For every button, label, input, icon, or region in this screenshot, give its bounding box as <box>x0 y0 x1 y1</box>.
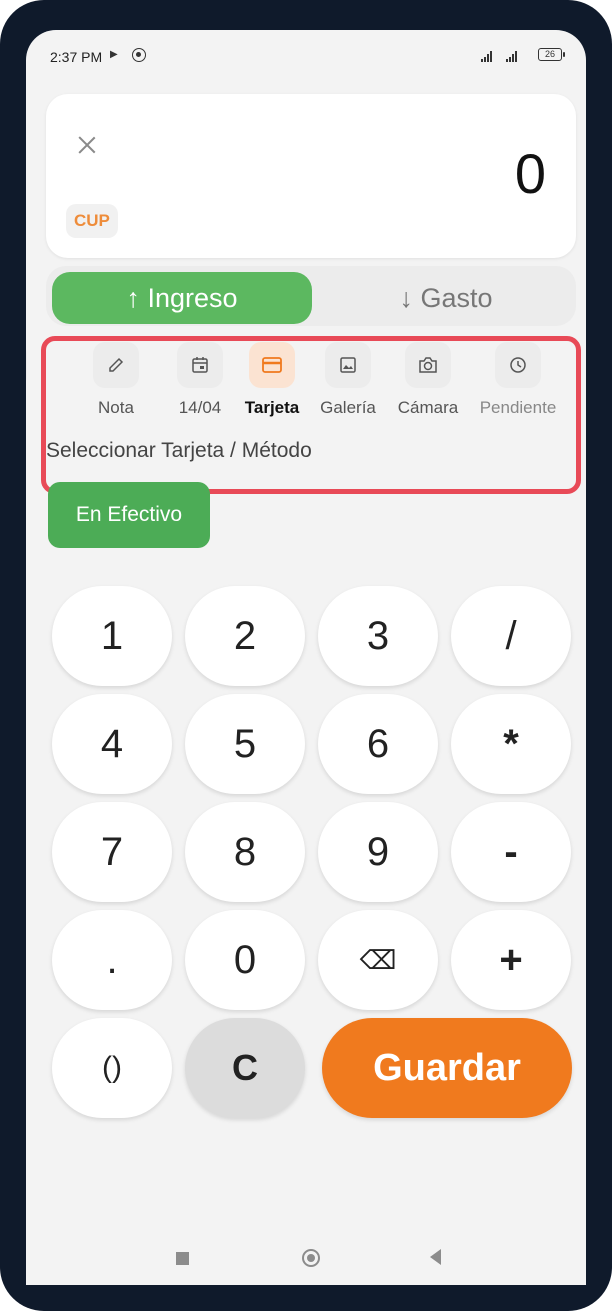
key-2[interactable]: 2 <box>185 586 305 686</box>
status-time: 2:37 PM <box>50 49 103 65</box>
backspace-icon[interactable]: ⌫ <box>318 910 438 1010</box>
option-label: 14/04 <box>178 398 222 417</box>
key-divide[interactable]: / <box>451 586 571 686</box>
phone-frame: 2:37 PM ▶ 26 0 CUP ↑ Ingreso ↓ Gasto Not… <box>0 0 612 1311</box>
back-icon[interactable] <box>430 1249 441 1265</box>
tab-expense[interactable]: ↓ Gasto <box>316 272 576 324</box>
key-8[interactable]: 8 <box>185 802 305 902</box>
amount-card: 0 CUP <box>46 94 576 258</box>
option-pending[interactable]: Pendiente <box>478 342 558 418</box>
option-label: tes <box>26 398 44 418</box>
image-icon <box>325 342 371 388</box>
key-minus[interactable]: - <box>451 802 571 902</box>
tab-income[interactable]: ↑ Ingreso <box>52 272 312 324</box>
signal-icon <box>506 50 517 62</box>
key-4[interactable]: 4 <box>52 694 172 794</box>
amount-display: 0 <box>514 142 546 205</box>
key-3[interactable]: 3 <box>318 586 438 686</box>
option-gallery[interactable]: Galería <box>308 342 388 418</box>
signal-icon <box>481 50 492 62</box>
key-plus[interactable]: + <box>451 910 571 1010</box>
app-screen: 2:37 PM ▶ 26 0 CUP ↑ Ingreso ↓ Gasto Not… <box>26 30 586 1285</box>
transaction-type-toggle: ↑ Ingreso ↓ Gasto <box>46 266 576 326</box>
key-multiply[interactable]: * <box>451 694 571 794</box>
key-6[interactable]: 6 <box>318 694 438 794</box>
close-icon[interactable] <box>76 134 98 156</box>
play-indicator-icon: ▶ <box>110 49 118 60</box>
currency-chip[interactable]: CUP <box>66 204 118 238</box>
option-label: Galería <box>320 398 376 417</box>
section-title: Seleccionar Tarjeta / Método <box>46 439 312 462</box>
key-9[interactable]: 9 <box>318 802 438 902</box>
save-button[interactable]: Guardar <box>322 1018 572 1118</box>
key-1[interactable]: 1 <box>52 586 172 686</box>
option-card[interactable]: Tarjeta <box>232 342 312 418</box>
calendar-icon <box>177 342 223 388</box>
system-nav-bar <box>26 1230 586 1285</box>
option-label: Cámara <box>397 398 459 417</box>
key-decimal[interactable]: . <box>52 910 172 1010</box>
pencil-icon <box>93 342 139 388</box>
recents-icon[interactable] <box>176 1252 189 1265</box>
key-5[interactable]: 5 <box>185 694 305 794</box>
payment-method-chip[interactable]: En Efectivo <box>48 482 210 548</box>
camera-icon <box>405 342 451 388</box>
battery-icon: 26 <box>538 48 565 61</box>
option-label: Tarjeta <box>244 398 300 417</box>
card-icon <box>249 342 295 388</box>
option-camera[interactable]: Cámara <box>388 342 468 418</box>
home-icon[interactable] <box>302 1249 320 1267</box>
partial-icon <box>26 342 27 388</box>
key-0[interactable]: 0 <box>185 910 305 1010</box>
option-label: Nota <box>98 398 134 417</box>
status-bar: 2:37 PM ▶ 26 <box>26 30 586 80</box>
clock-icon <box>495 342 541 388</box>
option-label: Pendiente <box>479 398 557 417</box>
key-7[interactable]: 7 <box>52 802 172 902</box>
option-partial[interactable]: tes <box>26 342 44 418</box>
key-parentheses[interactable]: () <box>52 1018 172 1118</box>
option-date[interactable]: 14/04 <box>160 342 240 418</box>
option-note[interactable]: Nota <box>76 342 156 418</box>
clear-button[interactable]: C <box>185 1018 305 1118</box>
record-indicator-icon <box>132 48 146 62</box>
